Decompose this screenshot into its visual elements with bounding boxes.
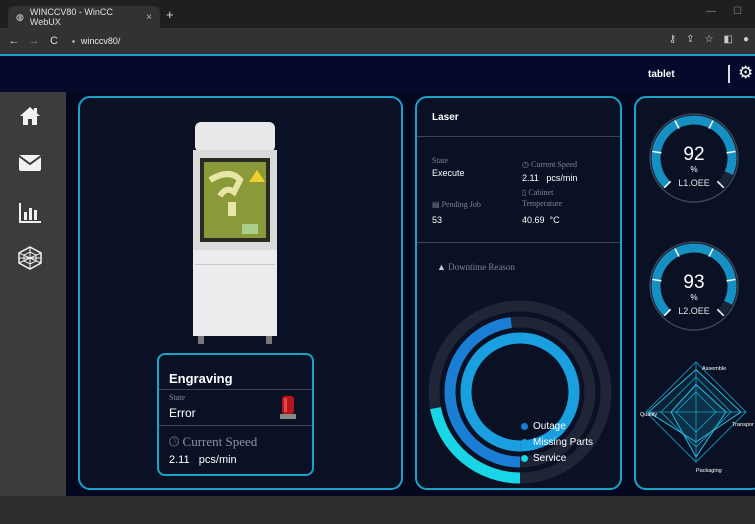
gauge-unit: % (690, 165, 697, 174)
lock-icon: ▪ (72, 36, 75, 46)
radar-label-transport: Transport (732, 422, 754, 428)
footer-bar (0, 496, 755, 524)
gauge-value: 92 (683, 144, 704, 165)
engraving-title: Engraving (169, 371, 233, 386)
laser-title: Laser (432, 112, 459, 123)
gauge-label: L1.OEE (678, 178, 710, 188)
divider (159, 389, 312, 390)
radar-label-assemble: Assemble (702, 366, 726, 372)
app-header: tablet ⚙ (0, 54, 755, 92)
back-icon[interactable]: ← (8, 35, 20, 47)
legend-service: Service (521, 453, 566, 464)
address-bar: ← → C ▪ winccv80/ ⚷ ⇪ ☆ ◧ ● (0, 28, 755, 54)
sidebar (0, 92, 66, 496)
engraving-state-label: State (169, 393, 185, 402)
engraving-speed-value: 2.11 pcs/min (169, 454, 237, 466)
clock-icon: 🕒︎ (169, 434, 180, 449)
maximize-button[interactable]: ☐ (733, 6, 742, 17)
engraving-card[interactable]: Engraving State Error 🕒︎ Current Speed 2… (157, 353, 314, 476)
gauge-value: 93 (683, 272, 704, 293)
user-name: tablet (648, 69, 675, 80)
legend-outage: Outage (521, 421, 566, 432)
sidepanel-icon[interactable]: ◧ (724, 34, 733, 45)
legend-missing-parts: Missing Parts (521, 437, 593, 448)
laser-state-value: Execute (432, 168, 465, 178)
gear-icon[interactable]: ⚙ (738, 63, 753, 83)
list-icon: ▤ (432, 200, 440, 209)
tab-close-icon[interactable]: × (146, 12, 152, 23)
radar-label-packaging: Packaging (696, 468, 722, 474)
warning-icon: ▲ (437, 262, 446, 272)
laser-state-label: State (432, 156, 448, 165)
forward-icon[interactable]: → (28, 35, 40, 47)
network-icon[interactable] (17, 246, 43, 275)
alarm-beacon-icon (280, 396, 296, 419)
cabinet-label-2: Temperature (522, 199, 563, 208)
engraving-speed-label: 🕒︎ Current Speed (169, 434, 258, 449)
oee-gauge-l1[interactable]: 92% L1.OEE (646, 110, 742, 206)
radar-chart[interactable]: Assemble Transport Packaging Quality (636, 354, 754, 478)
divider (417, 136, 620, 137)
cabinet-temp-value: 40.69 °C (522, 215, 560, 225)
laser-speed-label: ◷ Current Speed (522, 160, 577, 169)
gauge-label: L2.OEE (678, 306, 710, 316)
mail-icon[interactable] (18, 154, 42, 177)
reload-icon[interactable]: C (48, 35, 60, 47)
pending-job-label: ▤ Pending Job (432, 200, 481, 209)
downtime-chart[interactable] (420, 290, 620, 486)
new-tab-button[interactable]: + (166, 7, 174, 22)
engraving-state-value: Error (169, 406, 196, 420)
cabinet-label: ▯ Cabinet (522, 188, 554, 197)
browser-tab[interactable]: ◍ WINCCV80 - WinCC WebUX × (8, 6, 160, 28)
profile-icon[interactable]: ● (743, 34, 749, 45)
globe-icon: ◍ (16, 11, 24, 22)
legend-dot (521, 423, 528, 430)
header-divider (728, 65, 730, 83)
gauge-unit: % (690, 293, 697, 302)
radar-label-quality: Quality (640, 412, 657, 418)
engraving-machine-image[interactable] (190, 120, 280, 345)
home-icon[interactable] (19, 106, 41, 131)
thermometer-icon: ▯ (522, 188, 527, 197)
browser-toolbar: ⚷ ⇪ ☆ ◧ ● (669, 34, 749, 45)
divider (159, 425, 312, 426)
minimize-button[interactable]: — (706, 6, 716, 17)
legend-dot (521, 455, 528, 462)
laser-speed-value: 2.11 pcs/min (522, 173, 578, 183)
url-field[interactable]: ▪ winccv80/ (72, 36, 120, 46)
downtime-title: ▲ Downtime Reason (437, 262, 515, 272)
browser-tab-bar: ◍ WINCCV80 - WinCC WebUX × + — ☐ (0, 0, 755, 28)
star-icon[interactable]: ☆ (705, 34, 714, 45)
key-icon[interactable]: ⚷ (669, 34, 676, 45)
legend-dot (521, 439, 528, 446)
clock-icon: ◷ (522, 160, 529, 169)
divider (417, 242, 620, 243)
oee-gauge-l2[interactable]: 93% L2.OEE (646, 238, 742, 334)
pending-job-value: 53 (432, 215, 443, 225)
bar-chart-icon[interactable] (18, 202, 42, 229)
share-icon[interactable]: ⇪ (686, 34, 694, 45)
browser-tab-title: WINCCV80 - WinCC WebUX (29, 7, 113, 27)
